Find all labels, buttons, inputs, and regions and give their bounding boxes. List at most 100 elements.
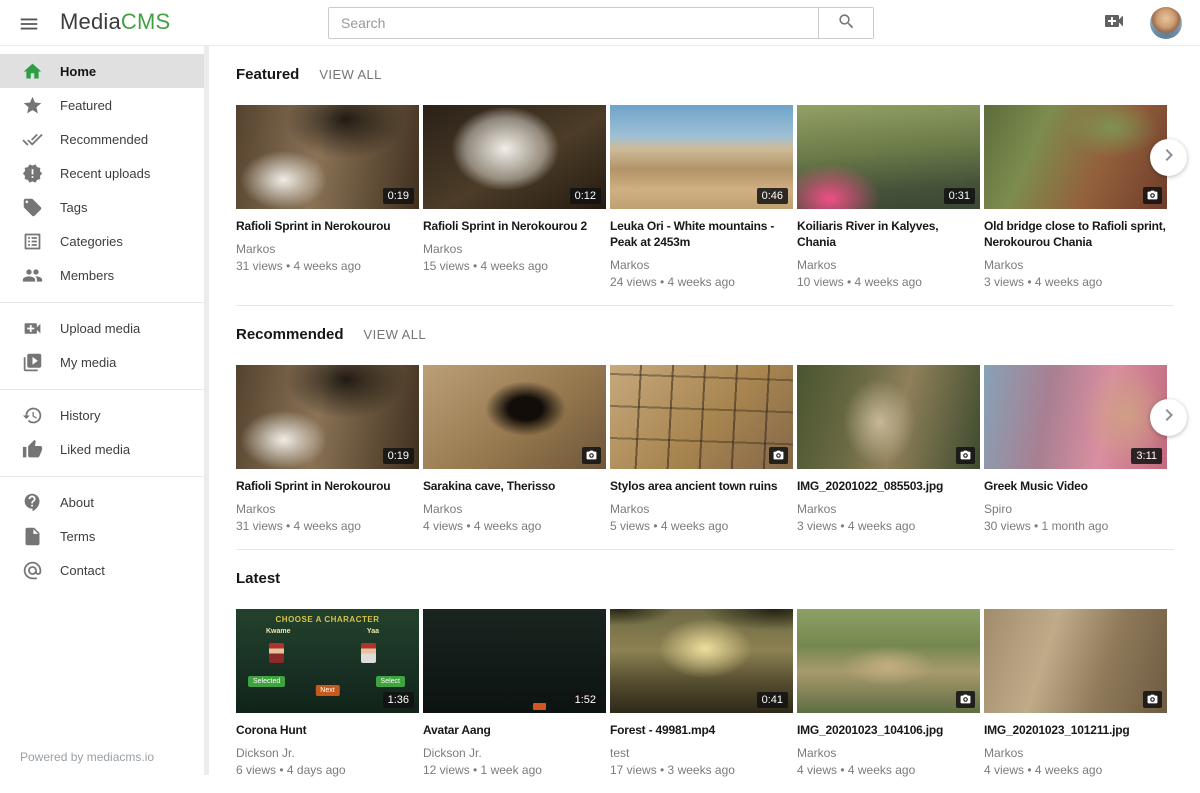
media-title[interactable]: Rafioli Sprint in Nerokourou <box>236 478 419 494</box>
media-thumbnail[interactable]: 0:41 <box>610 609 793 713</box>
media-title[interactable]: Forest - 49981.mp4 <box>610 722 793 738</box>
media-title[interactable]: Leuka Ori - White mountains - Peak at 24… <box>610 218 793 250</box>
sidebar-item-terms[interactable]: Terms <box>0 519 209 553</box>
sidebar-item-recommended[interactable]: Recommended <box>0 122 209 156</box>
media-title[interactable]: Rafioli Sprint in Nerokourou 2 <box>423 218 606 234</box>
media-title[interactable]: IMG_20201022_085503.jpg <box>797 478 980 494</box>
photo-badge <box>956 447 975 464</box>
media-thumbnail[interactable] <box>797 609 980 713</box>
powered-by-link[interactable]: Powered by mediacms.io <box>20 750 154 764</box>
media-thumbnail[interactable] <box>610 365 793 469</box>
media-thumbnail[interactable] <box>984 105 1167 209</box>
media-thumbnail[interactable]: 0:12 <box>423 105 606 209</box>
sidebar-item-my-media[interactable]: My media <box>0 345 209 379</box>
carousel-next-button[interactable] <box>1150 399 1187 436</box>
media-thumbnail[interactable]: CHOOSE A CHARACTER Kwame Yaa Selected Ne… <box>236 609 419 713</box>
media-author[interactable]: Markos <box>610 258 793 272</box>
media-author[interactable]: Spiro <box>984 502 1167 516</box>
media-title[interactable]: Old bridge close to Rafioli sprint, Nero… <box>984 218 1167 250</box>
media-title[interactable]: Greek Music Video <box>984 478 1167 494</box>
media-thumbnail[interactable]: 0:46 <box>610 105 793 209</box>
media-title[interactable]: IMG_20201023_104106.jpg <box>797 722 980 738</box>
user-avatar[interactable] <box>1150 7 1182 39</box>
section-title: Latest <box>236 570 280 587</box>
media-meta: 31 views • 4 weeks ago <box>236 259 419 273</box>
sidebar-item-members[interactable]: Members <box>0 258 209 292</box>
media-title[interactable]: Koiliaris River in Kalyves, Chania <box>797 218 980 250</box>
sidebar-item-contact[interactable]: Contact <box>0 553 209 587</box>
media-title[interactable]: Avatar Aang <box>423 722 606 738</box>
media-thumbnail[interactable]: 1:52 <box>423 609 606 713</box>
media-author[interactable]: Markos <box>797 746 980 760</box>
duration-badge: 0:19 <box>383 448 414 464</box>
game-title-text: CHOOSE A CHARACTER <box>236 615 419 624</box>
media-card[interactable]: 0:19 Rafioli Sprint in Nerokourou Markos… <box>236 365 419 533</box>
menu-icon[interactable] <box>17 12 41 36</box>
media-card[interactable]: 0:46 Leuka Ori - White mountains - Peak … <box>610 105 793 289</box>
media-author[interactable]: Dickson Jr. <box>423 746 606 760</box>
media-thumbnail[interactable] <box>423 365 606 469</box>
media-card[interactable]: 3:11 Greek Music Video Spiro 30 views • … <box>984 365 1167 533</box>
media-author[interactable]: Markos <box>797 258 980 272</box>
view-all-link[interactable]: VIEW ALL <box>364 327 426 342</box>
media-thumbnail[interactable]: 0:31 <box>797 105 980 209</box>
media-author[interactable]: Markos <box>610 502 793 516</box>
media-card[interactable]: Stylos area ancient town ruins Markos 5 … <box>610 365 793 533</box>
thumb-up-icon <box>20 437 44 461</box>
view-all-link[interactable]: VIEW ALL <box>319 67 381 82</box>
media-author[interactable]: test <box>610 746 793 760</box>
media-card[interactable]: 1:52 Avatar Aang Dickson Jr. 12 views • … <box>423 609 606 777</box>
media-title[interactable]: Sarakina cave, Therisso <box>423 478 606 494</box>
media-card[interactable]: 0:31 Koiliaris River in Kalyves, Chania … <box>797 105 980 289</box>
game-right-name: Yaa <box>367 628 379 635</box>
media-author[interactable]: Markos <box>984 746 1167 760</box>
media-card[interactable]: 0:19 Rafioli Sprint in Nerokourou Markos… <box>236 105 419 273</box>
media-author[interactable]: Markos <box>423 242 606 256</box>
media-thumbnail[interactable]: 0:19 <box>236 105 419 209</box>
media-author[interactable]: Markos <box>797 502 980 516</box>
media-author[interactable]: Markos <box>423 502 606 516</box>
sidebar-item-about[interactable]: About <box>0 485 209 519</box>
sidebar-item-recent-uploads[interactable]: Recent uploads <box>0 156 209 190</box>
media-author[interactable]: Markos <box>236 242 419 256</box>
media-title[interactable]: Corona Hunt <box>236 722 419 738</box>
media-card[interactable]: 0:41 Forest - 49981.mp4 test 17 views • … <box>610 609 793 777</box>
media-card[interactable]: CHOOSE A CHARACTER Kwame Yaa Selected Ne… <box>236 609 419 777</box>
sidebar-item-tags[interactable]: Tags <box>0 190 209 224</box>
media-author[interactable]: Markos <box>984 258 1167 272</box>
media-title[interactable]: Rafioli Sprint in Nerokourou <box>236 218 419 234</box>
media-thumbnail[interactable] <box>984 609 1167 713</box>
sidebar-item-history[interactable]: History <box>0 398 209 432</box>
media-card[interactable]: IMG_20201023_104106.jpg Markos 4 views •… <box>797 609 980 777</box>
duration-badge: 1:52 <box>570 692 601 708</box>
media-title[interactable]: Stylos area ancient town ruins <box>610 478 793 494</box>
carousel-next-button[interactable] <box>1150 139 1187 176</box>
media-author[interactable]: Dickson Jr. <box>236 746 419 760</box>
media-meta: 4 views • 4 weeks ago <box>423 519 606 533</box>
sidebar-item-home[interactable]: Home <box>0 54 209 88</box>
list-icon <box>20 229 44 253</box>
media-title[interactable]: IMG_20201023_101211.jpg <box>984 722 1167 738</box>
media-card[interactable]: IMG_20201023_101211.jpg Markos 4 views •… <box>984 609 1167 777</box>
media-author[interactable]: Markos <box>236 502 419 516</box>
media-thumbnail[interactable] <box>797 365 980 469</box>
media-thumbnail[interactable]: 0:19 <box>236 365 419 469</box>
media-card[interactable]: IMG_20201022_085503.jpg Markos 3 views •… <box>797 365 980 533</box>
sidebar-scrollbar[interactable] <box>204 46 209 775</box>
media-card[interactable]: Old bridge close to Rafioli sprint, Nero… <box>984 105 1167 289</box>
media-thumbnail[interactable]: 3:11 <box>984 365 1167 469</box>
search-input[interactable] <box>329 8 818 38</box>
double-check-icon <box>20 127 44 151</box>
upload-media-button[interactable] <box>1102 9 1126 38</box>
sidebar-item-featured[interactable]: Featured <box>0 88 209 122</box>
sidebar-item-label: Liked media <box>60 442 130 457</box>
media-card[interactable]: Sarakina cave, Therisso Markos 4 views •… <box>423 365 606 533</box>
game-character-sprite <box>361 643 376 663</box>
sidebar-item-liked-media[interactable]: Liked media <box>0 432 209 466</box>
sidebar-item-upload-media[interactable]: Upload media <box>0 311 209 345</box>
media-card[interactable]: 0:12 Rafioli Sprint in Nerokourou 2 Mark… <box>423 105 606 273</box>
search-button[interactable] <box>818 8 873 38</box>
sidebar-item-label: Recent uploads <box>60 166 150 181</box>
logo[interactable]: MediaCMS <box>60 9 170 35</box>
sidebar-item-categories[interactable]: Categories <box>0 224 209 258</box>
